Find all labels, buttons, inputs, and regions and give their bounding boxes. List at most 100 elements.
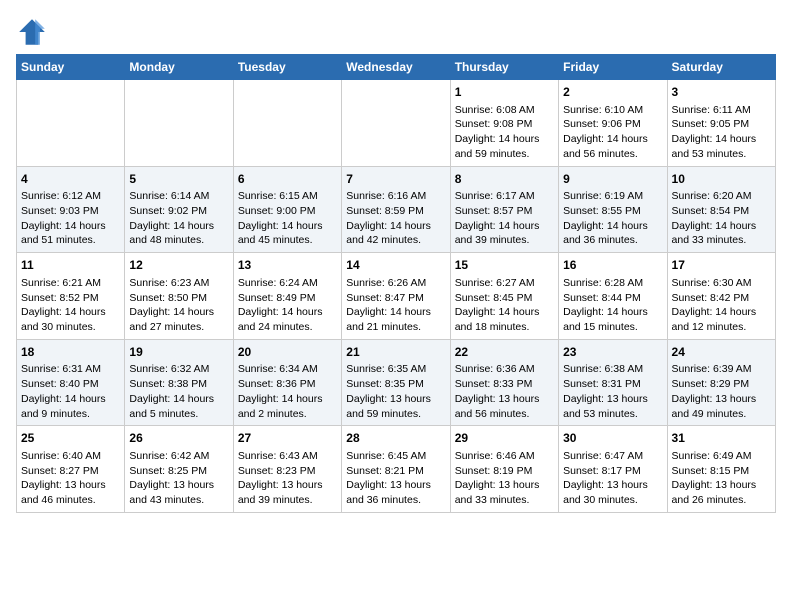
day-info: Sunset: 8:15 PM [672, 464, 771, 479]
day-info: Sunrise: 6:34 AM [238, 362, 337, 377]
logo-icon [16, 16, 48, 48]
calendar-cell: 11Sunrise: 6:21 AMSunset: 8:52 PMDayligh… [17, 253, 125, 340]
weekday-header-sunday: Sunday [17, 55, 125, 80]
day-info: Sunrise: 6:12 AM [21, 189, 120, 204]
day-info: Daylight: 14 hours [21, 392, 120, 407]
day-info: and 30 minutes. [563, 493, 662, 508]
day-info: and 27 minutes. [129, 320, 228, 335]
day-info: and 9 minutes. [21, 407, 120, 422]
calendar-cell: 29Sunrise: 6:46 AMSunset: 8:19 PMDayligh… [450, 426, 558, 513]
day-info: Sunset: 8:55 PM [563, 204, 662, 219]
calendar-cell: 6Sunrise: 6:15 AMSunset: 9:00 PMDaylight… [233, 166, 341, 253]
calendar-cell: 9Sunrise: 6:19 AMSunset: 8:55 PMDaylight… [559, 166, 667, 253]
day-info: Daylight: 14 hours [129, 219, 228, 234]
day-info: Daylight: 13 hours [21, 478, 120, 493]
calendar-cell: 26Sunrise: 6:42 AMSunset: 8:25 PMDayligh… [125, 426, 233, 513]
calendar-cell: 2Sunrise: 6:10 AMSunset: 9:06 PMDaylight… [559, 80, 667, 167]
day-number: 28 [346, 430, 445, 447]
calendar-cell: 25Sunrise: 6:40 AMSunset: 8:27 PMDayligh… [17, 426, 125, 513]
day-info: Daylight: 13 hours [455, 478, 554, 493]
day-number: 8 [455, 171, 554, 188]
day-info: Sunset: 9:00 PM [238, 204, 337, 219]
day-info: Daylight: 14 hours [455, 219, 554, 234]
calendar-cell: 31Sunrise: 6:49 AMSunset: 8:15 PMDayligh… [667, 426, 775, 513]
calendar-cell: 14 Sunrise: 6:26 AMSunset: 8:47 PMDayligh… [342, 253, 450, 340]
day-info: Sunrise: 6:35 AM [346, 362, 445, 377]
calendar-header-row: SundayMondayTuesdayWednesdayThursdayFrid… [17, 55, 776, 80]
day-info: and 59 minutes. [455, 147, 554, 162]
day-number: 5 [129, 171, 228, 188]
calendar-cell: 4Sunrise: 6:12 AMSunset: 9:03 PMDaylight… [17, 166, 125, 253]
day-number: 27 [238, 430, 337, 447]
day-info: Sunset: 8:54 PM [672, 204, 771, 219]
calendar-cell: 10Sunrise: 6:20 AMSunset: 8:54 PMDayligh… [667, 166, 775, 253]
day-info: Sunrise: 6:31 AM [21, 362, 120, 377]
calendar-cell: 21Sunrise: 6:35 AMSunset: 8:35 PMDayligh… [342, 339, 450, 426]
calendar-cell: 5Sunrise: 6:14 AMSunset: 9:02 PMDaylight… [125, 166, 233, 253]
day-info: Sunset: 8:50 PM [129, 291, 228, 306]
day-number: 31 [672, 430, 771, 447]
day-number: 14 [346, 257, 445, 274]
day-info: Sunset: 9:06 PM [563, 117, 662, 132]
day-info: Sunset: 8:42 PM [672, 291, 771, 306]
day-info: Sunrise: 6:10 AM [563, 103, 662, 118]
day-info: and 56 minutes. [563, 147, 662, 162]
day-info: and 43 minutes. [129, 493, 228, 508]
day-info: and 30 minutes. [21, 320, 120, 335]
calendar-cell: 15Sunrise: 6:27 AMSunset: 8:45 PMDayligh… [450, 253, 558, 340]
day-info: and 42 minutes. [346, 233, 445, 248]
page-container: SundayMondayTuesdayWednesdayThursdayFrid… [0, 0, 792, 521]
day-info: Sunset: 9:03 PM [21, 204, 120, 219]
day-info: Sunset: 8:36 PM [238, 377, 337, 392]
calendar-cell: 19Sunrise: 6:32 AMSunset: 8:38 PMDayligh… [125, 339, 233, 426]
calendar-cell: 8Sunrise: 6:17 AMSunset: 8:57 PMDaylight… [450, 166, 558, 253]
day-info: Sunset: 8:27 PM [21, 464, 120, 479]
calendar-week-2: 4Sunrise: 6:12 AMSunset: 9:03 PMDaylight… [17, 166, 776, 253]
day-info: Sunrise: 6:49 AM [672, 449, 771, 464]
day-info: Daylight: 14 hours [455, 132, 554, 147]
day-info: and 53 minutes. [563, 407, 662, 422]
day-info: Sunrise: 6:32 AM [129, 362, 228, 377]
day-info: Daylight: 13 hours [455, 392, 554, 407]
calendar-cell: 17Sunrise: 6:30 AMSunset: 8:42 PMDayligh… [667, 253, 775, 340]
day-info: Sunset: 8:52 PM [21, 291, 120, 306]
day-info: and 49 minutes. [672, 407, 771, 422]
calendar-cell: 24Sunrise: 6:39 AMSunset: 8:29 PMDayligh… [667, 339, 775, 426]
weekday-header-tuesday: Tuesday [233, 55, 341, 80]
day-info: Sunset: 8:40 PM [21, 377, 120, 392]
day-number: 16 [563, 257, 662, 274]
calendar-cell: 22Sunrise: 6:36 AMSunset: 8:33 PMDayligh… [450, 339, 558, 426]
day-info: Sunset: 8:21 PM [346, 464, 445, 479]
day-info: and 18 minutes. [455, 320, 554, 335]
day-info: Sunset: 8:47 PM [346, 291, 445, 306]
day-info: Daylight: 14 hours [455, 305, 554, 320]
calendar-cell [233, 80, 341, 167]
day-info: Sunrise: 6:43 AM [238, 449, 337, 464]
day-number: 11 [21, 257, 120, 274]
day-info: and 39 minutes. [238, 493, 337, 508]
day-number: 18 [21, 344, 120, 361]
day-info: and 2 minutes. [238, 407, 337, 422]
day-number: 21 [346, 344, 445, 361]
day-info: Sunset: 8:25 PM [129, 464, 228, 479]
day-info: Sunrise: 6:24 AM [238, 276, 337, 291]
day-info: Sunrise: 6:36 AM [455, 362, 554, 377]
day-info: Sunset: 8:38 PM [129, 377, 228, 392]
day-info: Daylight: 14 hours [346, 305, 445, 320]
day-number: 19 [129, 344, 228, 361]
day-info: Sunrise: 6:11 AM [672, 103, 771, 118]
day-info: Sunrise: 6:26 AM [346, 276, 445, 291]
calendar-cell: 28Sunrise: 6:45 AMSunset: 8:21 PMDayligh… [342, 426, 450, 513]
day-info: Daylight: 14 hours [129, 305, 228, 320]
day-info: and 39 minutes. [455, 233, 554, 248]
day-info: Sunrise: 6:45 AM [346, 449, 445, 464]
day-info: Sunrise: 6:27 AM [455, 276, 554, 291]
day-info: Daylight: 13 hours [238, 478, 337, 493]
day-number: 26 [129, 430, 228, 447]
day-info: and 12 minutes. [672, 320, 771, 335]
day-info: Sunrise: 6:17 AM [455, 189, 554, 204]
day-number: 30 [563, 430, 662, 447]
day-number: 1 [455, 84, 554, 101]
day-info: Sunrise: 6:20 AM [672, 189, 771, 204]
day-number: 13 [238, 257, 337, 274]
